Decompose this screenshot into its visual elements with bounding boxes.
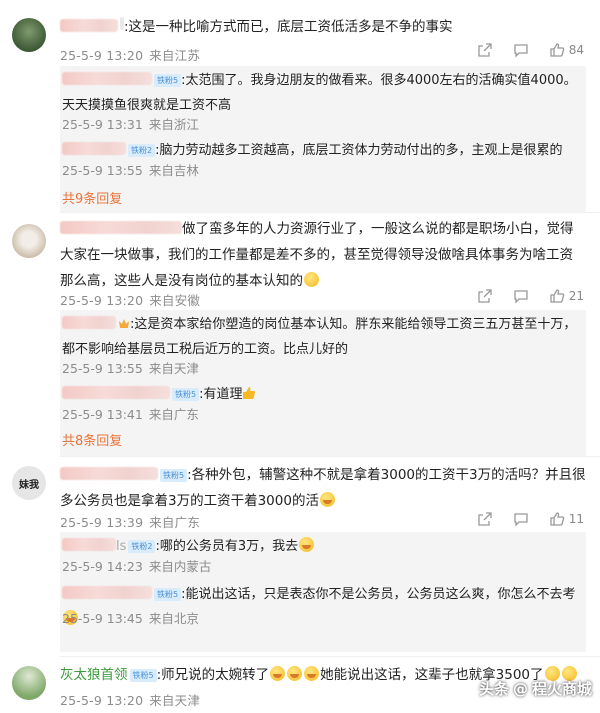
comment-meta: 25-5-9 13:20 来自江苏: [60, 45, 206, 64]
like-button[interactable]: 21: [549, 288, 584, 304]
fan-badge: 铁粉5: [129, 669, 157, 682]
fan-badge: 铁粉5: [154, 74, 182, 87]
like-count: 84: [568, 43, 584, 57]
reply-meta: 25-5-9 13:31 来自浙江: [62, 117, 199, 132]
username-redacted[interactable]: [62, 142, 126, 155]
comment-text: 做了蛮多年的人力资源行业了，一般这么说的都是职场小白，觉得大家在一块做事，我们的…: [60, 221, 574, 289]
avatar[interactable]: [12, 666, 46, 700]
comment-actions: 84: [457, 42, 584, 58]
reply-box: 铁粉5:太范围了。我身边朋友的做看来。很多4000左右的活确实值4000。天天摸…: [60, 66, 586, 212]
comment-icon[interactable]: [513, 288, 529, 304]
comment-icon[interactable]: [513, 511, 529, 527]
watermark-at: @: [512, 679, 528, 698]
comment-1: :这是一种比喻方式而已，底层工资低活多是不争的事实 25-5-9 13:20 来自…: [0, 0, 600, 212]
username-redacted[interactable]: [62, 586, 152, 599]
comment-text: 铁粉5:各种外包，辅警这种不就是拿着3000的工资干3万的活吗？并且很多公务员也…: [60, 467, 586, 509]
like-icon: [550, 512, 565, 526]
reply-meta: 25-5-9 13:55 来自吉林: [62, 163, 199, 178]
more-replies-link[interactable]: 共8条回复: [62, 430, 122, 449]
username-redacted[interactable]: [60, 19, 118, 32]
username[interactable]: 灰太狼首领: [60, 667, 128, 683]
thumbs-up-emoji-icon: [243, 387, 256, 399]
like-icon: [550, 43, 565, 57]
username-suffix[interactable]: ls: [116, 539, 126, 554]
like-count: 21: [568, 289, 584, 303]
fan-badge: 铁粉5: [172, 388, 200, 401]
reply-meta: 25-5-9 13:41 来自广东: [62, 407, 199, 422]
reply-text: 铁粉5:太范围了。我身边朋友的做看来。很多4000左右的活确实值4000。天天摸…: [62, 72, 577, 113]
username-redacted[interactable]: [60, 467, 158, 480]
share-icon[interactable]: [477, 511, 493, 527]
reply-box: ls 铁粉2:哪的公务员有3万，我去 25-5-9 14:23 来自内蒙古 铁粉5:…: [60, 532, 586, 652]
fan-badge: 铁粉5: [154, 588, 182, 601]
username-redacted[interactable]: [62, 72, 152, 85]
comment-3: 妹我 铁粉5:各种外包，辅警这种不就是拿着3000的工资干3万的活吗？并且很多公…: [0, 456, 600, 652]
comment-2: 做了蛮多年的人力资源行业了，一般这么说的都是职场小白，觉得大家在一块做事，我们的…: [0, 212, 600, 462]
share-icon[interactable]: [477, 42, 493, 58]
reply-box: :这是资本家给你塑造的岗位基本认知。胖东来能给领导工资三五万甚至十万，都不影响给…: [60, 310, 586, 456]
comment-text: :这是一种比喻方式而已，底层工资低活多是不争的事实: [60, 14, 586, 40]
comment-meta: 25-5-9 13:39 来自广东: [60, 515, 201, 530]
watermark-account: 程火商城: [531, 680, 592, 698]
reply-meta: 25-5-9 13:45 来自北京: [62, 611, 199, 626]
avatar[interactable]: [12, 224, 46, 258]
comment-actions: 21: [457, 288, 584, 304]
share-icon[interactable]: [477, 288, 493, 304]
reply-meta: 25-5-9 14:23 来自内蒙古: [62, 559, 212, 574]
fan-badge: 铁粉2: [128, 144, 156, 157]
laugh-cry-emoji-icon: [299, 537, 315, 552]
avatar[interactable]: 妹我: [12, 466, 46, 500]
username-redacted[interactable]: [62, 538, 116, 551]
avatar-text: 妹我: [19, 479, 39, 491]
like-icon: [550, 289, 565, 303]
laugh-cry-emoji-icon: [287, 666, 303, 681]
avatar[interactable]: [12, 18, 46, 52]
laugh-cry-emoji-icon: [304, 666, 320, 681]
comment-meta: 25-5-9 13:20 来自天津: [60, 693, 201, 708]
watermark-platform: 头条: [478, 680, 509, 698]
fan-badge: 铁粉5: [160, 469, 188, 482]
like-button[interactable]: 84: [549, 42, 584, 58]
comment-icon[interactable]: [513, 42, 529, 58]
comment-time: 25-5-9 13:20: [60, 48, 144, 63]
like-count: 11: [568, 512, 584, 526]
comment-location: 来自江苏: [149, 48, 201, 63]
smile-emoji-icon: [304, 272, 319, 287]
like-button[interactable]: 11: [549, 511, 584, 527]
comment-feed: :这是一种比喻方式而已，底层工资低活多是不争的事实 25-5-9 13:20 来自…: [0, 0, 600, 713]
username-redacted[interactable]: [62, 386, 170, 399]
laugh-cry-emoji-icon: [319, 492, 335, 507]
username-redacted[interactable]: [60, 221, 182, 234]
fan-badge: 铁粉2: [128, 540, 156, 553]
reply-text: :这是资本家给你塑造的岗位基本认知。胖东来能给领导工资三五万甚至十万，都不影响给…: [62, 316, 577, 357]
laugh-cry-emoji-icon: [270, 666, 286, 681]
comment-meta: 25-5-9 13:20 来自安徽: [60, 293, 201, 308]
reply-meta: 25-5-9 13:55 来自天津: [62, 361, 199, 376]
comment-actions: 11: [457, 511, 584, 527]
watermark: 头条 @ 程火商城: [479, 678, 592, 699]
more-replies-link[interactable]: 共9条回复: [62, 188, 122, 207]
username-redacted[interactable]: [62, 316, 116, 329]
crown-icon: [119, 319, 129, 328]
